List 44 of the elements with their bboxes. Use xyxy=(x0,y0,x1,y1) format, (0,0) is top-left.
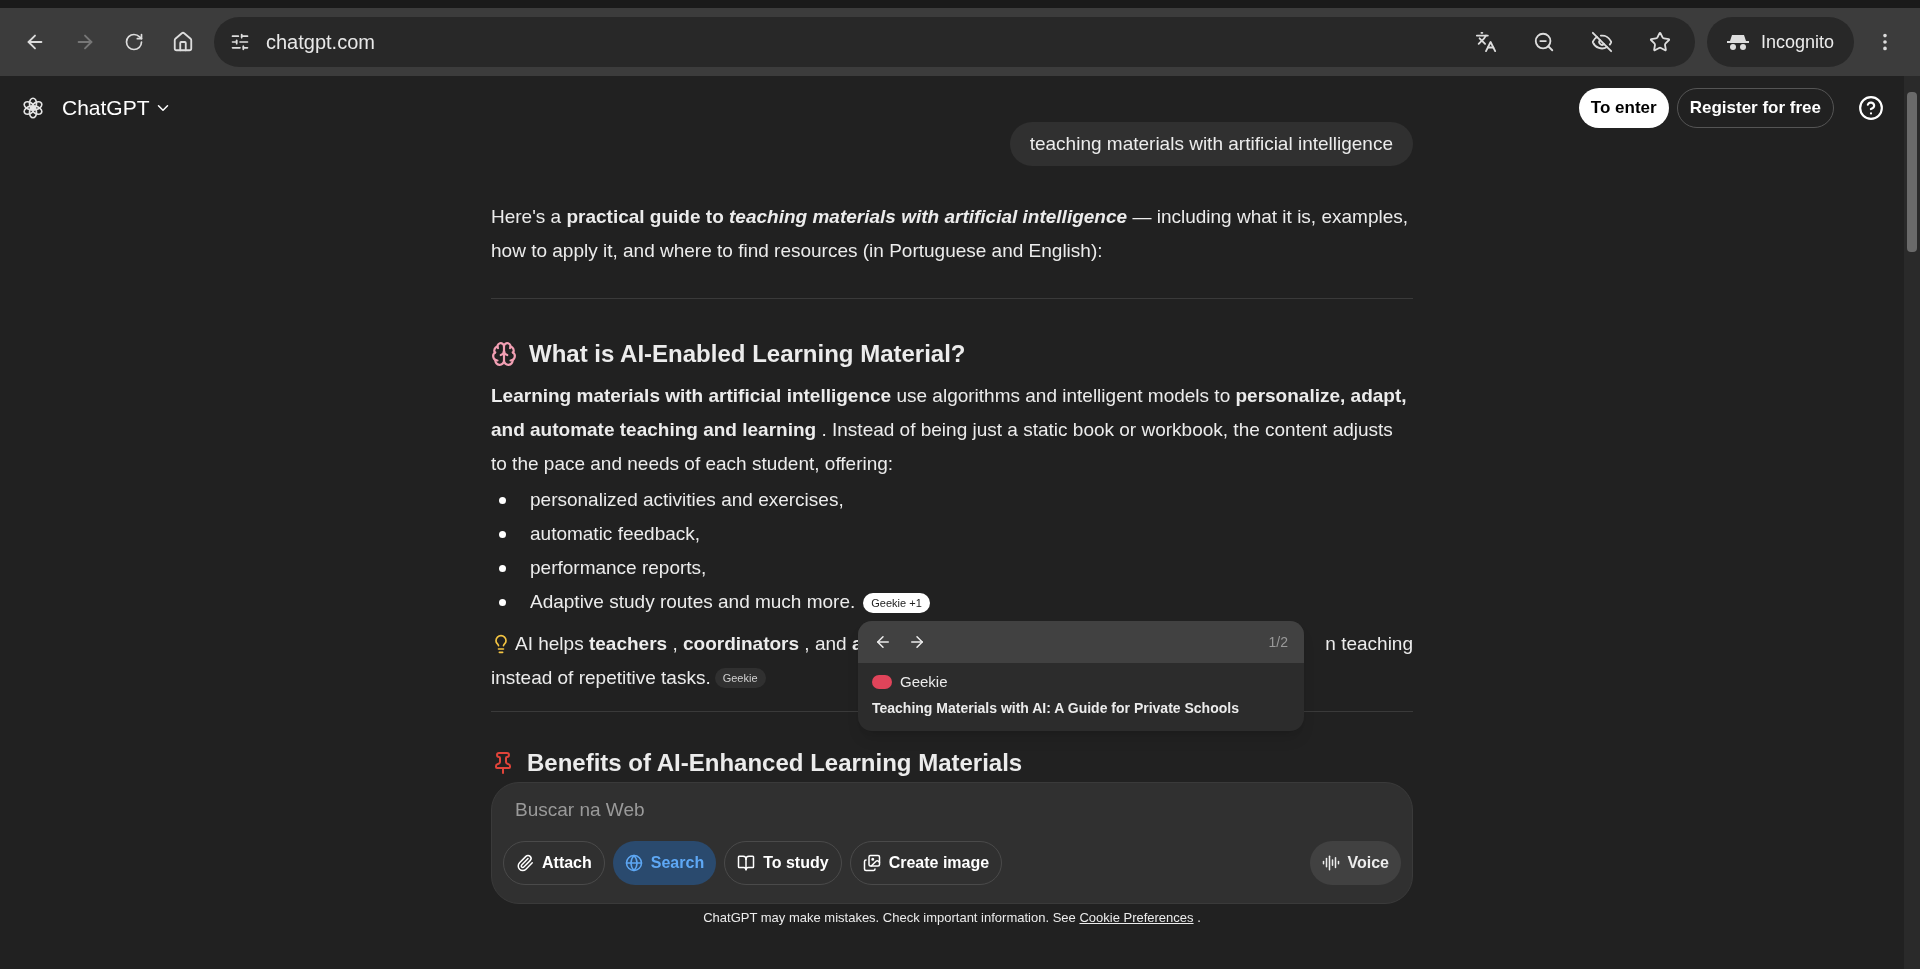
url-text: chatgpt.com xyxy=(266,30,375,55)
profile-button[interactable]: Incognito xyxy=(1706,17,1854,67)
reload-icon[interactable] xyxy=(124,32,144,52)
site-info-icon[interactable] xyxy=(230,32,250,52)
tip-text: n teaching xyxy=(1325,632,1413,656)
section-heading: Benefits of AI-Enhanced Learning Materials xyxy=(527,748,1023,778)
disclaimer-text: ChatGPT may make mistakes. Check important information. See Cookie Preferences . xyxy=(702,909,1202,927)
brain-icon xyxy=(491,341,517,367)
eye-off-icon[interactable] xyxy=(1590,31,1613,53)
source-chip[interactable]: Geekie +1 xyxy=(863,593,930,613)
incognito-icon xyxy=(1726,33,1749,51)
bookmark-star-icon[interactable] xyxy=(1648,31,1671,53)
list-item: performance reports, xyxy=(530,556,707,580)
voice-button[interactable]: Voice xyxy=(1309,841,1401,885)
list-item: automatic feedback, xyxy=(530,522,701,546)
images-icon xyxy=(862,854,881,872)
section-heading: What is AI-Enabled Learning Material? xyxy=(529,339,966,369)
translate-icon[interactable] xyxy=(1474,31,1497,53)
audio-lines-icon xyxy=(1321,854,1340,872)
next-arrow-icon[interactable] xyxy=(908,633,926,651)
help-icon[interactable] xyxy=(1858,95,1884,121)
citation-title[interactable]: Teaching Materials with AI: A Guide for Private Schools xyxy=(872,697,1290,719)
tip-text: instead of repetitive tasks. xyxy=(491,666,711,690)
address-bar[interactable]: chatgpt.com xyxy=(214,17,1695,67)
home-icon[interactable] xyxy=(172,31,194,53)
book-icon xyxy=(737,854,756,872)
list-item: Adaptive study routes and much more. xyxy=(530,590,856,614)
paperclip-icon xyxy=(516,854,534,872)
cookie-preferences-link[interactable]: Cookie Preferences xyxy=(1079,910,1194,925)
user-message: teaching materials with artificial intelligence xyxy=(1009,122,1413,166)
source-logo-icon xyxy=(872,675,892,690)
body-paragraph: Learning materials with artificial intelligence use algorithms and intelligent models to personalize, adapt, and automate teaching and learning . Instead of being just a static book or workbook, the content adjusts to the pace and needs of each student, offering: xyxy=(491,384,1408,476)
list-item: personalized activities and exercises, xyxy=(530,488,844,512)
globe-icon xyxy=(624,854,643,872)
intro-paragraph: Here's a practical guide to teaching materials with artificial intelligence — including what it is, examples, how to apply it, and where to find resources (in Portuguese and English): xyxy=(491,205,1409,263)
header-button[interactable]: To enter xyxy=(1578,88,1669,128)
logo-icon xyxy=(20,95,46,121)
model-selector[interactable]: ChatGPT xyxy=(62,92,172,124)
source-name: Geekie xyxy=(900,672,948,692)
source-chip[interactable]: Geekie xyxy=(714,668,766,688)
tool-button[interactable]: Search xyxy=(612,841,717,885)
page-counter: 1/2 xyxy=(1268,633,1288,652)
zoom-icon[interactable] xyxy=(1532,31,1555,53)
search-field[interactable]: Buscar na Web xyxy=(503,795,1401,825)
